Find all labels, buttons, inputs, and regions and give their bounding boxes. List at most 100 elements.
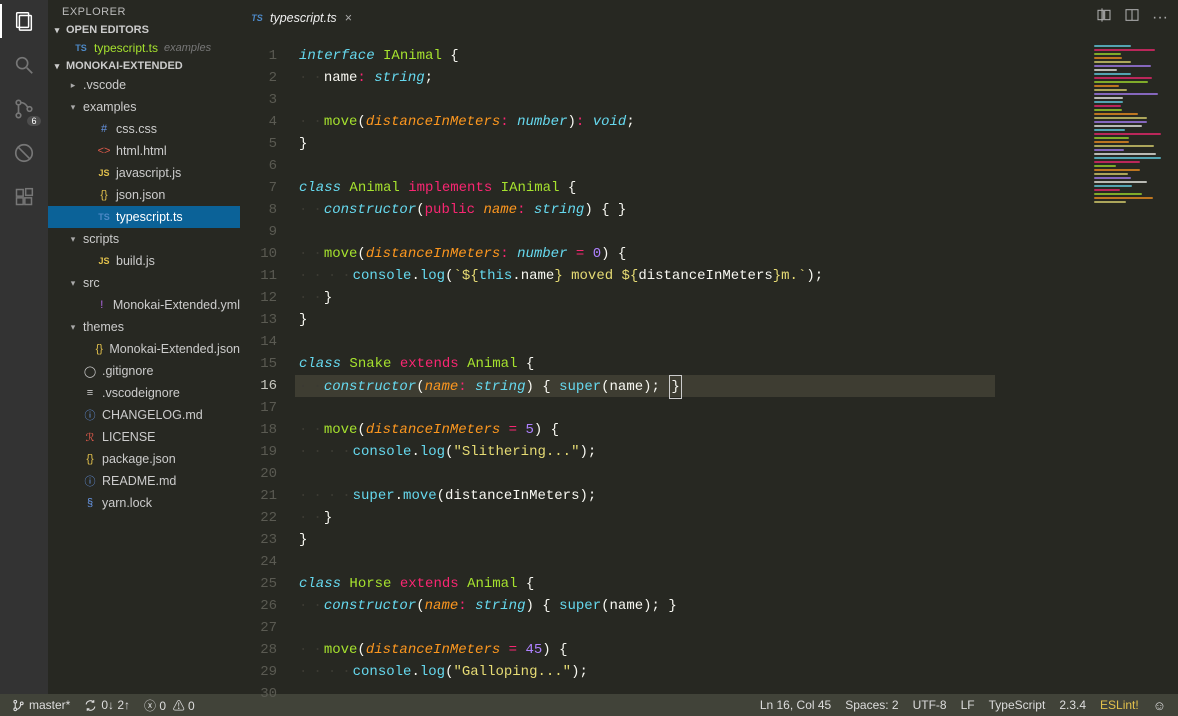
tree-folder[interactable]: ▾themes <box>48 316 240 338</box>
open-editor-item[interactable]: TStypescript.ts examples <box>48 38 240 58</box>
project-header[interactable]: ▾MONOKAI-EXTENDED <box>48 58 240 74</box>
code-line[interactable]: ··move(distanceInMeters: number = 0) { <box>295 243 1088 265</box>
code-line[interactable]: ··move(distanceInMeters = 5) { <box>295 419 1088 441</box>
code-line[interactable]: ··} <box>295 287 1088 309</box>
extensions-icon[interactable] <box>11 184 37 210</box>
line-gutter: 1234567891011121314151617181920212223242… <box>240 35 295 694</box>
tree-label: typescript.ts <box>116 210 183 224</box>
chevron-icon: ▾ <box>68 322 78 333</box>
minimap[interactable] <box>1088 35 1178 694</box>
eslint-status[interactable]: ESLint! <box>1096 698 1143 712</box>
sync-status[interactable]: 0↓ 2↑ <box>80 698 134 712</box>
tree-label: CHANGELOG.md <box>102 408 203 422</box>
tag-icon: <> <box>97 145 111 157</box>
tree-label: .gitignore <box>102 364 153 378</box>
code-line[interactable] <box>295 551 1088 573</box>
code-content[interactable]: interface IAnimal {··name: string; ··move… <box>295 35 1088 694</box>
code-line[interactable]: interface IAnimal { <box>295 45 1088 67</box>
tree-label: css.css <box>116 122 157 136</box>
code-line[interactable]: ····console.log("Slithering..."); <box>295 441 1088 463</box>
code-line[interactable]: } <box>295 133 1088 155</box>
tree-label: .vscodeignore <box>102 386 180 400</box>
editor-body[interactable]: 1234567891011121314151617181920212223242… <box>240 35 1178 694</box>
code-line[interactable]: class Animal implements IAnimal { <box>295 177 1088 199</box>
code-line[interactable]: ··move(distanceInMeters: number): void; <box>295 111 1088 133</box>
tree-file[interactable]: §yarn.lock <box>48 492 240 514</box>
code-line[interactable]: ··name: string; <box>295 67 1088 89</box>
code-line[interactable]: ··move(distanceInMeters = 45) { <box>295 639 1088 661</box>
red-icon: ℛ <box>83 431 97 444</box>
chevron-down-icon: ▾ <box>52 25 62 36</box>
tree-file[interactable]: ⓘ README.md <box>48 470 240 492</box>
tree-file[interactable]: {}package.json <box>48 448 240 470</box>
code-line[interactable]: } <box>295 309 1088 331</box>
code-line[interactable]: ····super.move(distanceInMeters); <box>295 485 1088 507</box>
code-line[interactable] <box>295 221 1088 243</box>
tree-file[interactable]: !Monokai-Extended.yml <box>48 294 240 316</box>
tree-file[interactable]: #css.css <box>48 118 240 140</box>
tree-label: README.md <box>102 474 176 488</box>
tab-typescript[interactable]: TS typescript.ts × <box>240 0 364 35</box>
chevron-icon: ▾ <box>68 278 78 289</box>
tab-bar: TS typescript.ts × ··· <box>240 0 1178 35</box>
code-line[interactable] <box>295 463 1088 485</box>
more-icon[interactable]: ··· <box>1152 9 1168 27</box>
tree-file[interactable]: JS build.js <box>48 250 240 272</box>
code-line[interactable]: ··} <box>295 507 1088 529</box>
code-line[interactable]: ··constructor(name: string) { super(name… <box>295 375 995 397</box>
code-line[interactable] <box>295 683 1088 705</box>
tree-file[interactable]: JSjavascript.js <box>48 162 240 184</box>
code-line[interactable]: } <box>295 529 1088 551</box>
code-line[interactable] <box>295 89 1088 111</box>
json-icon: {} <box>97 189 111 201</box>
feedback-icon[interactable]: ☺ <box>1149 698 1170 713</box>
close-icon[interactable]: × <box>343 11 354 25</box>
tree-file[interactable]: ℛLICENSE <box>48 426 240 448</box>
tree-label: src <box>83 276 100 290</box>
tab-label: typescript.ts <box>270 11 337 25</box>
tree-label: html.html <box>116 144 167 158</box>
chevron-icon: ▾ <box>68 102 78 113</box>
tree-folder[interactable]: ▾ src <box>48 272 240 294</box>
code-line[interactable]: ····console.log("Galloping..."); <box>295 661 1088 683</box>
ts-icon: TS <box>250 13 264 23</box>
branch-status[interactable]: master* <box>8 698 74 712</box>
code-line[interactable]: class Snake extends Animal { <box>295 353 1088 375</box>
excl-icon: ! <box>96 299 108 311</box>
code-line[interactable]: ··constructor(name: string) { super(name… <box>295 595 1088 617</box>
code-line[interactable] <box>295 397 1088 419</box>
tree-file[interactable]: TStypescript.ts <box>48 206 240 228</box>
info-icon: ⓘ <box>83 473 97 489</box>
tree-label: Monokai-Extended.json <box>109 342 240 356</box>
scm-icon[interactable]: 6 <box>11 96 37 122</box>
code-line[interactable] <box>295 617 1088 639</box>
tree-file[interactable]: ⓘCHANGELOG.md <box>48 404 240 426</box>
problems-status[interactable]: ⓧ 0 ⚠ 0 <box>140 697 199 714</box>
code-line[interactable] <box>295 155 1088 177</box>
tree-label: javascript.js <box>116 166 181 180</box>
file-tree: ▸.vscode▾examples#css.css<>html.htmlJSja… <box>48 74 240 694</box>
tree-file[interactable]: ◯.gitignore <box>48 360 240 382</box>
debug-icon[interactable] <box>11 140 37 166</box>
compare-icon[interactable] <box>1096 7 1112 28</box>
tree-label: json.json <box>116 188 165 202</box>
code-line[interactable]: class Horse extends Animal { <box>295 573 1088 595</box>
code-line[interactable]: ··constructor(public name: string) { } <box>295 199 1088 221</box>
js-icon: JS <box>97 256 111 266</box>
tree-folder[interactable]: ▸.vscode <box>48 74 240 96</box>
open-editors-header[interactable]: ▾OPEN EDITORS <box>48 22 240 38</box>
tree-file[interactable]: {}Monokai-Extended.json <box>48 338 240 360</box>
search-icon[interactable] <box>11 52 37 78</box>
split-editor-icon[interactable] <box>1124 7 1140 28</box>
tree-file[interactable]: ≡.vscodeignore <box>48 382 240 404</box>
tree-folder[interactable]: ▾scripts <box>48 228 240 250</box>
tree-label: build.js <box>116 254 155 268</box>
chevron-down-icon: ▾ <box>52 61 62 72</box>
code-line[interactable]: ····console.log(`${this.name} moved ${di… <box>295 265 1088 287</box>
tree-file[interactable]: {} json.json <box>48 184 240 206</box>
tree-folder[interactable]: ▾examples <box>48 96 240 118</box>
tree-file[interactable]: <> html.html <box>48 140 240 162</box>
code-line[interactable] <box>295 331 1088 353</box>
explorer-icon[interactable] <box>11 8 37 34</box>
chevron-icon: ▾ <box>68 234 78 245</box>
